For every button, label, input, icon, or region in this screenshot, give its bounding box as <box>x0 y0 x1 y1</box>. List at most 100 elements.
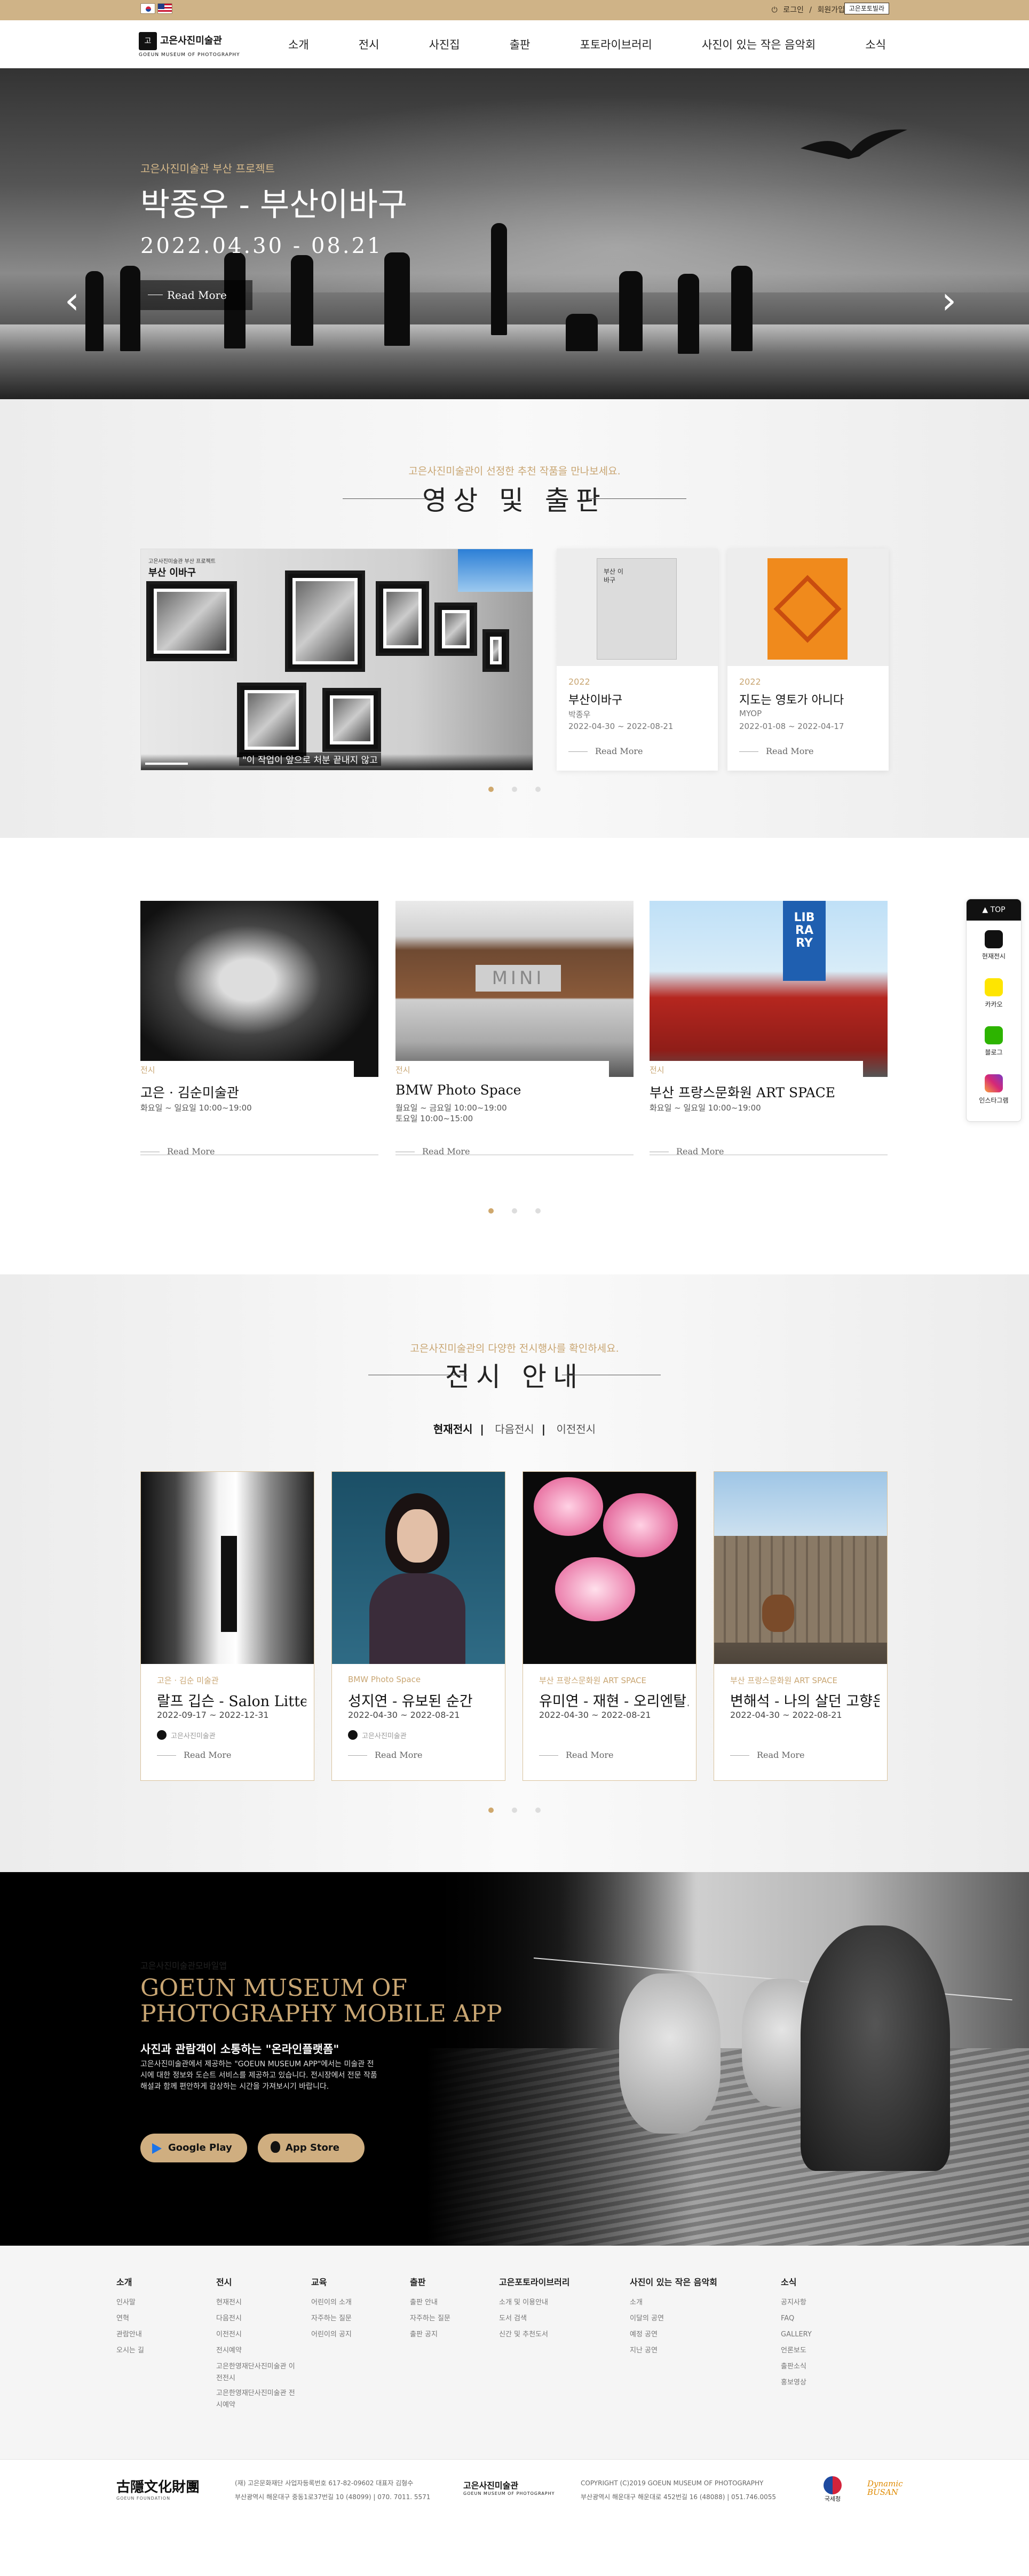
menu-item-photobooks[interactable]: 사진집 <box>418 36 471 52</box>
footer-link[interactable]: 현재전시 <box>216 2295 296 2311</box>
person-silhouette <box>731 266 753 351</box>
quick-blog[interactable]: 블로그 <box>967 1026 1021 1057</box>
footer-link[interactable]: 전시예약 <box>216 2343 296 2359</box>
hero-read-more-button[interactable]: Read More <box>140 280 252 310</box>
footer-link[interactable]: 언론보도 <box>781 2343 812 2359</box>
hero-prev-arrow-icon[interactable]: ‹ <box>61 282 83 319</box>
exhibition-photo <box>332 1472 505 1664</box>
us-flag-icon[interactable] <box>157 3 172 14</box>
menu-item-publishing[interactable]: 출판 <box>499 36 541 52</box>
book-read-more-link[interactable]: Read More <box>739 746 814 756</box>
hero-subtitle: 고은사진미술관 부산 프로젝트 <box>140 162 275 175</box>
pagination-dot[interactable] <box>488 1808 494 1813</box>
footer-link[interactable]: 예정 공연 <box>630 2327 717 2343</box>
exhibition-card[interactable]: 부산 프랑스문화원 ART SPACE 유미연 - 재현 - 오리엔탈... 2… <box>523 1471 696 1781</box>
video-player[interactable]: 고은사진미술관 부산 프로젝트 부산 이바구 "이 작업이 앞으로 처분 끝내지… <box>140 549 533 771</box>
dynamic-busan-logo[interactable]: Dynamic BUSAN <box>867 2479 915 2496</box>
book-card[interactable]: 2022 지도는 영토가 아니다 MYOP 2022-01-08 ~ 2022-… <box>727 549 889 771</box>
footer-link[interactable]: 어린이의 공지 <box>311 2327 352 2343</box>
footer-link[interactable]: 자주하는 질문 <box>410 2311 450 2327</box>
footer-col-title: 전시 <box>216 2277 232 2287</box>
footer-link[interactable]: 출판 공지 <box>410 2327 450 2343</box>
exhibition-place: 부산 프랑스문화원 ART SPACE <box>539 1676 647 1685</box>
google-play-button[interactable]: Google Play <box>140 2134 247 2162</box>
pagination-dot[interactable] <box>488 787 494 792</box>
menu-item-news[interactable]: 소식 <box>854 36 897 52</box>
photovilla-link[interactable]: 고은포토빌라 <box>844 3 889 14</box>
exhibition-read-more-link[interactable]: Read More <box>730 1750 805 1760</box>
pagination-dot[interactable] <box>535 787 541 792</box>
footer-link[interactable]: 관람안내 <box>116 2327 144 2343</box>
portrait-body <box>369 1573 465 1664</box>
korean-flag-icon[interactable] <box>140 3 155 14</box>
footer-link[interactable]: 고은한영재단사진미술관 전시예약 <box>216 2388 296 2411</box>
footer-link[interactable]: 출판소식 <box>781 2359 812 2375</box>
menu-item-concert[interactable]: 사진이 있는 작은 음악회 <box>691 36 826 52</box>
exhibition-read-more-link[interactable]: Read More <box>157 1750 232 1760</box>
menu-item-exhibitions[interactable]: 전시 <box>348 36 390 52</box>
venue-card[interactable]: LIB RA RY 전시 부산 프랑스문화원 ART SPACE 화요일 ~ 일요일… <box>650 901 888 1178</box>
footer-link[interactable]: 연혁 <box>116 2311 144 2327</box>
footer-link[interactable]: 소개 및 이용안내 <box>499 2295 569 2311</box>
nts-logo[interactable]: 국세청 <box>817 2476 849 2503</box>
footer-link[interactable]: 자주하는 질문 <box>311 2311 352 2327</box>
book-card[interactable]: 부산 이바구 2022 부산이바구 박종우 2022-04-30 ~ 2022-… <box>557 549 718 771</box>
exhibition-read-more-link[interactable]: Read More <box>539 1750 614 1760</box>
book-read-more-link[interactable]: Read More <box>568 746 643 756</box>
exhibition-photo <box>714 1472 887 1664</box>
exhibition-card[interactable]: BMW Photo Space 성지연 - 유보된 순간 2022-04-30 … <box>331 1471 505 1781</box>
join-link[interactable]: 회원가입 <box>817 6 845 14</box>
museum-footer-logo[interactable]: 고은사진미술관 GOEUN MUSEUM OF PHOTOGRAPHY <box>463 2478 555 2496</box>
hero-sea <box>0 324 1029 399</box>
footer-link[interactable]: 이전전시 <box>216 2327 296 2343</box>
back-to-top-button[interactable]: ▲ TOP <box>967 899 1021 921</box>
menu-item-photo-library[interactable]: 포토라이브러리 <box>569 36 663 52</box>
footer-link[interactable]: 이달의 공연 <box>630 2311 717 2327</box>
app-store-button[interactable]: App Store <box>258 2134 365 2162</box>
login-link[interactable]: 로그인 <box>783 6 804 14</box>
book-date: 2022-01-08 ~ 2022-04-17 <box>739 722 844 731</box>
app-title-line2: PHOTOGRAPHY MOBILE APP <box>140 2000 502 2027</box>
pagination-dot[interactable] <box>535 1208 541 1214</box>
pagination-dot[interactable] <box>535 1808 541 1813</box>
site-logo[interactable]: 고 고은사진미술관 GOEUN MUSEUM OF PHOTOGRAPHY <box>139 32 240 58</box>
main-navigation: 고 고은사진미술관 GOEUN MUSEUM OF PHOTOGRAPHY 소개… <box>0 20 1029 68</box>
author-avatar-icon <box>157 1730 167 1740</box>
video-progress-bar[interactable] <box>145 763 188 765</box>
exhibition-read-more-link[interactable]: Read More <box>348 1750 423 1760</box>
tab-upcoming[interactable]: 다음전시 <box>495 1423 534 1436</box>
footer-link[interactable]: 어린이의 소개 <box>311 2295 352 2311</box>
venue-name: 부산 프랑스문화원 ART SPACE <box>650 1085 836 1100</box>
footer-link[interactable]: 다음전시 <box>216 2311 296 2327</box>
pagination-dot[interactable] <box>512 1208 517 1214</box>
footer-link[interactable]: 도서 검색 <box>499 2311 569 2327</box>
jar-shape <box>762 1595 794 1632</box>
exhibition-card[interactable]: 고은 · 김순 미술관 랄프 깁슨 - Salon Litte... 2022-… <box>140 1471 314 1781</box>
menu-item-about[interactable]: 소개 <box>278 36 320 52</box>
tab-past[interactable]: 이전전시 <box>556 1423 596 1436</box>
pagination-dot[interactable] <box>512 787 517 792</box>
quick-current-exhibition[interactable]: 현재전시 <box>967 930 1021 961</box>
footer-link[interactable]: 소개 <box>630 2295 717 2311</box>
museum-address: 부산광역시 해운대구 해운대로 452번길 16 (48088) | 051.7… <box>581 2493 777 2501</box>
footer-link[interactable]: FAQ <box>781 2311 812 2327</box>
hero-next-arrow-icon[interactable]: › <box>938 282 960 319</box>
footer-link[interactable]: 고은한영재단사진미술관 이전전시 <box>216 2361 296 2384</box>
foundation-logo[interactable]: 古隱文化財團 GOEUN FOUNDATION <box>116 2476 200 2501</box>
exhibition-card[interactable]: 부산 프랑스문화원 ART SPACE 변해석 - 나의 살던 고향은 2022… <box>714 1471 888 1781</box>
footer-link[interactable]: 공지사항 <box>781 2295 812 2311</box>
footer-link[interactable]: 신간 및 추천도서 <box>499 2327 569 2343</box>
footer-link[interactable]: 오시는 길 <box>116 2343 144 2359</box>
footer-link[interactable]: GALLERY <box>781 2327 812 2343</box>
venue-card[interactable]: 전시 고은 · 김순미술관 화요일 ~ 일요일 10:00~19:00 Read… <box>140 901 378 1178</box>
quick-kakao[interactable]: 카카오 <box>967 978 1021 1009</box>
footer-link[interactable]: 인사말 <box>116 2295 144 2311</box>
venue-card[interactable]: MINI 전시 BMW Photo Space 월요일 ~ 금요일 10:00~… <box>395 901 634 1178</box>
footer-link[interactable]: 홍보영상 <box>781 2375 812 2391</box>
pagination-dot[interactable] <box>488 1208 494 1214</box>
tab-current[interactable]: 현재전시 <box>433 1423 473 1436</box>
quick-instagram[interactable]: 인스타그램 <box>967 1074 1021 1105</box>
footer-link[interactable]: 출판 안내 <box>410 2295 450 2311</box>
footer-link[interactable]: 지난 공연 <box>630 2343 717 2359</box>
pagination-dot[interactable] <box>512 1808 517 1813</box>
